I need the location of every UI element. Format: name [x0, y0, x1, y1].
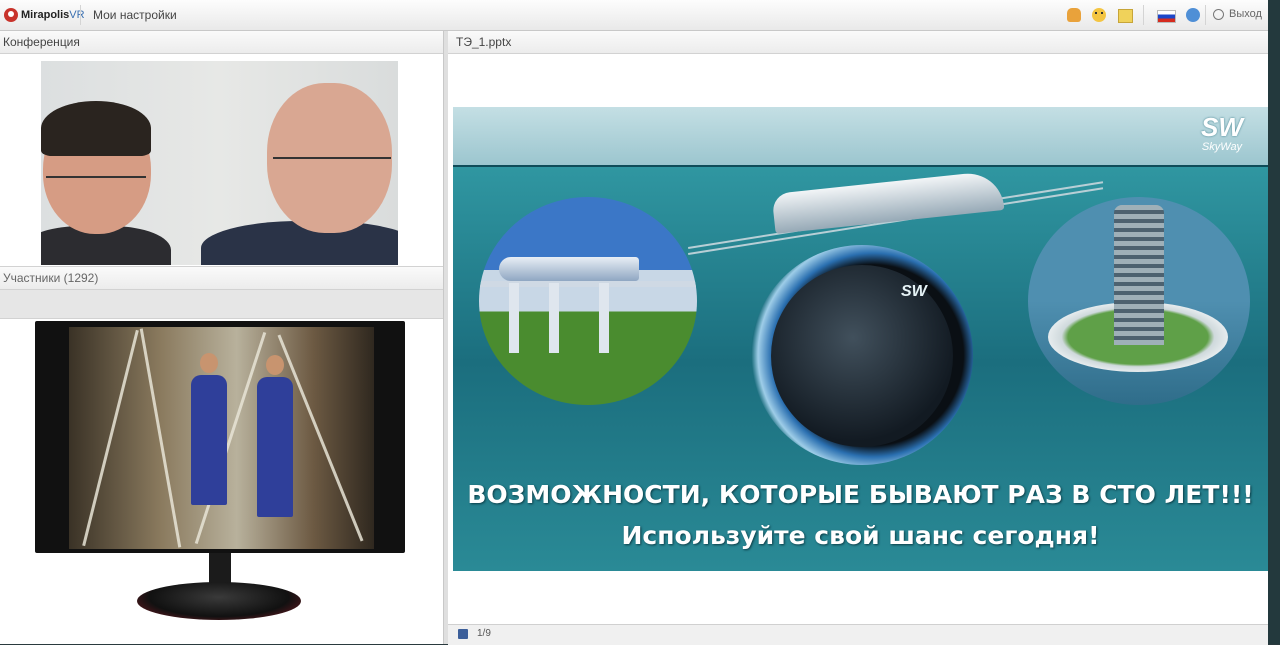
skyway-logo-text: SkyWay	[1201, 141, 1243, 153]
hand-icon[interactable]	[1067, 8, 1081, 22]
slide-title: ВОЗМОЖНОСТИ, КОТОРЫЕ БЫВАЮТ РАЗ В СТО ЛЕ…	[467, 480, 1254, 509]
skyway-unibus-image	[771, 170, 1005, 234]
monitor-stand-base	[137, 582, 301, 620]
slide-divider-line	[453, 165, 1268, 167]
glasses	[273, 157, 391, 159]
presentation-slide[interactable]: SW SkyWay SW ВОЗМОЖНОСТИ, КОТОРЫЕ БЫВАЮТ…	[453, 107, 1268, 571]
webcam-video[interactable]	[41, 61, 398, 265]
toolbar-divider	[1205, 5, 1206, 25]
left-panel: Конференция Участники (1292)	[0, 31, 443, 644]
overpass-pillar	[549, 283, 559, 353]
save-icon[interactable]	[458, 629, 468, 639]
power-icon	[1213, 8, 1224, 20]
presentation-panel: ТЭ_1.pptx SW SkyWay SW ВОЗМОЖНОСТИ, КОТО…	[448, 31, 1268, 645]
conference-video-area	[0, 54, 443, 266]
app-logo[interactable]: MirapolisVR	[4, 7, 85, 23]
help-icon[interactable]	[1186, 8, 1200, 22]
presenter-a-hair	[41, 101, 151, 156]
toolbar-divider	[80, 5, 81, 25]
smile-icon[interactable]	[1092, 8, 1106, 22]
video-screen[interactable]	[69, 327, 374, 549]
overpass-pillar	[599, 283, 609, 353]
exit-label: Выход	[1229, 8, 1262, 20]
worker-head	[200, 353, 218, 373]
participants-header[interactable]: Участники (1292)	[0, 266, 443, 290]
mirapolis-logo-icon	[4, 8, 18, 22]
overpass-pillar	[509, 283, 519, 353]
toolbar-divider	[1143, 5, 1144, 25]
worker-head	[266, 355, 284, 375]
worker-figure	[257, 377, 293, 517]
participants-toolbar	[0, 290, 443, 319]
page-indicator: 1/9	[477, 628, 491, 639]
earth-circle-image: SW	[751, 245, 973, 465]
frame-rib	[139, 328, 182, 548]
top-toolbar: MirapolisVR Мои настройки Выход	[0, 0, 1268, 31]
window-edge	[1268, 0, 1280, 644]
russian-flag-icon[interactable]	[1157, 10, 1176, 23]
skyway-logo: SW SkyWay	[1180, 113, 1264, 153]
participants-video-area	[0, 319, 443, 633]
presentation-file-name: ТЭ_1.pptx	[448, 31, 1268, 54]
app-logo-text: MirapolisVR	[21, 9, 85, 21]
presenter-b-body	[201, 221, 398, 265]
presentation-status-bar: 1/9	[448, 624, 1268, 645]
slide-subtitle: Используйте свой шанс сегодня!	[621, 521, 1100, 550]
conference-header: Конференция	[0, 31, 443, 54]
globe-sw-logo: SW	[901, 283, 927, 300]
slide-header-band	[453, 107, 1268, 165]
frame-rib	[82, 329, 139, 547]
my-settings-menu[interactable]: Мои настройки	[93, 8, 177, 22]
exit-button[interactable]: Выход	[1213, 8, 1262, 20]
glasses	[46, 176, 146, 178]
note-icon[interactable]	[1118, 9, 1133, 23]
transport-circle-image	[479, 197, 697, 405]
monitor-frame	[35, 321, 405, 553]
vertical-tower	[1114, 205, 1164, 345]
ecocity-circle-image	[1028, 197, 1250, 405]
unibus-train	[499, 257, 639, 281]
skyway-logo-mark: SW	[1201, 112, 1243, 142]
worker-figure	[191, 375, 227, 505]
